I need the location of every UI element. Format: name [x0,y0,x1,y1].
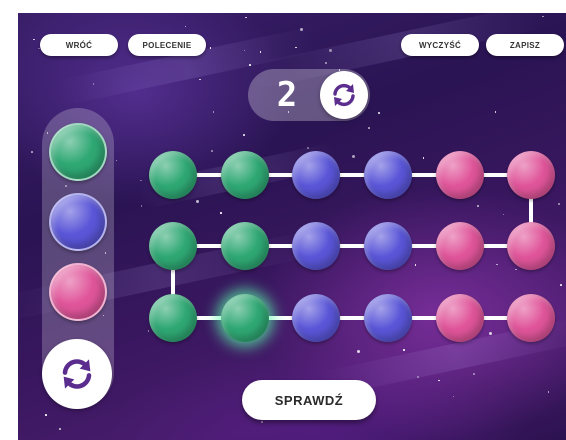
star [558,203,560,205]
star [212,111,215,113]
star [473,373,475,375]
star [243,134,245,136]
bead-blue[interactable] [364,151,412,199]
bead-blue[interactable] [364,294,412,342]
bead-pink[interactable] [436,151,484,199]
star [33,38,35,41]
star [496,263,498,266]
star [351,155,355,159]
bead-blue[interactable] [292,151,340,199]
bead-pink[interactable] [507,151,555,199]
star [245,16,247,19]
refresh-icon [333,83,355,107]
bead-pink[interactable] [507,294,555,342]
bead-blue[interactable] [292,294,340,342]
star [211,150,213,152]
star [259,51,262,53]
bead-green[interactable] [221,294,269,342]
bead-blue[interactable] [292,222,340,270]
star [502,213,504,216]
star [184,25,187,28]
star [45,414,47,416]
star [115,159,118,162]
star [414,264,417,266]
bead-pink[interactable] [436,222,484,270]
star [452,395,455,398]
star [403,349,405,351]
bead-green[interactable] [221,151,269,199]
star [199,78,201,81]
bead-green[interactable] [149,294,197,342]
check-button[interactable]: SPRAWDŹ [242,380,376,420]
counter-refresh-button[interactable] [320,71,368,119]
game-board-area: WRÓĆ POLECENIE WYCZYŚĆ ZAPISZ 2 SPRAWDŹ [18,13,566,440]
star [515,268,517,271]
palette-blue-swatch[interactable] [49,193,107,251]
palette-pink-swatch[interactable] [49,263,107,321]
palette-green-swatch[interactable] [49,123,107,181]
star [422,157,425,159]
clear-button[interactable]: WYCZYŚĆ [401,34,479,56]
star [220,212,222,214]
star [307,147,309,149]
bead-pink[interactable] [436,294,484,342]
bead-green[interactable] [149,222,197,270]
star [378,112,380,114]
star [147,330,150,332]
star [417,376,419,378]
instruction-button[interactable]: POLECENIE [128,34,206,56]
star [196,200,200,204]
star [368,127,370,129]
bead-green[interactable] [149,151,197,199]
star [357,350,361,354]
star [477,205,479,207]
star [261,421,263,423]
star [560,284,562,286]
bead-green[interactable] [221,222,269,270]
save-button[interactable]: ZAPISZ [486,34,564,56]
bead-blue[interactable] [364,222,412,270]
back-button[interactable]: WRÓĆ [40,34,118,56]
star [59,428,61,430]
star [325,62,327,64]
star [438,379,440,382]
star [295,46,297,49]
refresh-icon [62,359,92,389]
palette-refresh-button[interactable] [42,339,112,409]
move-counter: 2 [248,69,370,121]
star [299,28,303,32]
star [547,391,550,393]
star [140,179,142,182]
bead-pink[interactable] [507,222,555,270]
star [140,205,143,207]
star [249,64,251,66]
counter-value: 2 [276,75,298,115]
star [31,151,33,153]
star [494,111,497,113]
